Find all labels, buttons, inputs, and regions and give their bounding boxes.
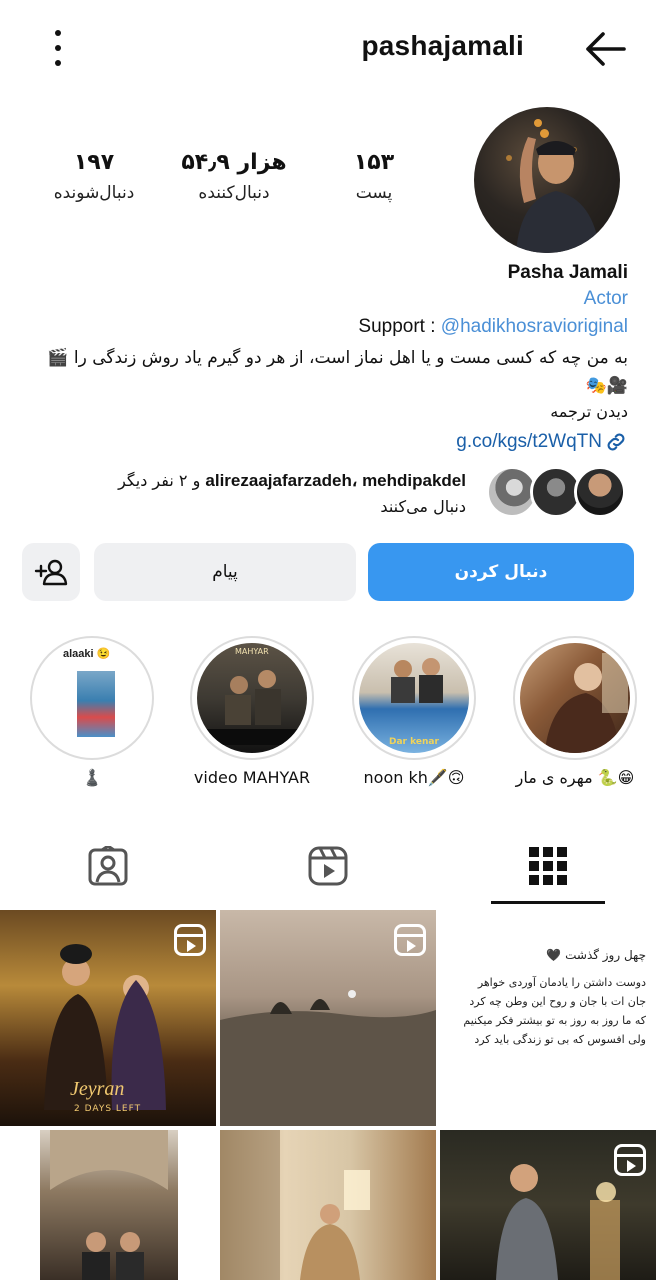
highlight-caption: Dar kenar	[389, 737, 439, 747]
bio-text: به من چه که کسی مست و یا اهل نماز است، ا…	[47, 348, 628, 396]
grid-post[interactable]	[220, 1130, 436, 1280]
highlight-label: ♟️	[82, 768, 102, 787]
bio-external-link[interactable]: g.co/kgs/t2WqTN	[456, 430, 628, 454]
tagged-photos-icon	[88, 846, 128, 886]
post-subtitle: 2 DAYS LEFT	[74, 1104, 142, 1114]
tab-reels[interactable]	[270, 826, 386, 906]
support-handle-link[interactable]: @hadikhosravioriginal	[441, 316, 628, 337]
post-title: Jeyran	[70, 1078, 125, 1100]
category-label: Actor	[583, 288, 628, 309]
message-button[interactable]: پیام	[94, 543, 356, 601]
highlight-label: video MAHYAR	[193, 768, 311, 787]
reel-icon	[174, 924, 206, 956]
reels-icon	[308, 846, 348, 886]
highlight-label: noon kh🖋️🙃	[363, 768, 465, 787]
follow-button[interactable]: دنبال کردن	[368, 543, 634, 601]
reel-icon	[394, 924, 426, 956]
profile-avatar[interactable]	[474, 107, 620, 253]
profile-content-tabs	[0, 826, 656, 906]
posts-count[interactable]: ۱۵۳ پست	[348, 150, 400, 203]
following-count[interactable]: ۱۹۷ دنبال‌شونده	[44, 150, 144, 203]
suggested-users-button[interactable]	[22, 543, 80, 601]
more-options-icon[interactable]	[46, 30, 70, 66]
text-post-content: چهل روز گذشت 🖤 دوست داشتن را یادمان آورد…	[463, 948, 646, 1046]
story-highlight[interactable]: مهره ی مار 🐍😁	[513, 636, 637, 787]
story-highlight[interactable]: MAHYAR video MAHYAR	[190, 636, 314, 787]
active-tab-indicator	[491, 901, 605, 904]
display-name: Pasha Jamali	[507, 262, 628, 283]
profile-username: pashajamali	[361, 30, 524, 61]
tab-tagged[interactable]	[50, 826, 166, 906]
reel-icon	[614, 1144, 646, 1176]
grid-post[interactable]: Jeyran 2 DAYS LEFT	[0, 910, 216, 1126]
top-bar: pashajamali	[0, 0, 656, 96]
grid-icon	[529, 847, 567, 885]
grid-post[interactable]	[0, 1130, 216, 1280]
mutual-followers-avatars[interactable]	[486, 466, 626, 518]
followers-count[interactable]: ۵۴٫۹ هزار دنبال‌کننده	[178, 150, 290, 203]
highlight-caption: alaaki 😉	[63, 648, 111, 660]
back-arrow-icon[interactable]	[584, 30, 626, 68]
story-highlight[interactable]: Dar kenar noon kh🖋️🙃	[352, 636, 476, 787]
grid-post[interactable]	[220, 910, 436, 1126]
tab-grid[interactable]	[491, 826, 605, 906]
link-icon	[607, 433, 625, 451]
support-line: Support : @hadikhosravioriginal	[358, 316, 628, 337]
avatar	[574, 466, 626, 518]
grid-post[interactable]	[440, 1130, 656, 1280]
see-translation-link[interactable]: دیدن ترجمه	[550, 402, 628, 421]
followed-by-text[interactable]: alirezaajafarzadeh، mehdipakdel و ۲ نفر …	[46, 468, 466, 520]
add-person-icon	[34, 559, 68, 586]
grid-post[interactable]: چهل روز گذشت 🖤 دوست داشتن را یادمان آورد…	[440, 910, 656, 1126]
story-highlight[interactable]: alaaki 😉 ♟️	[30, 636, 154, 787]
highlight-label: مهره ی مار 🐍😁	[515, 768, 635, 787]
